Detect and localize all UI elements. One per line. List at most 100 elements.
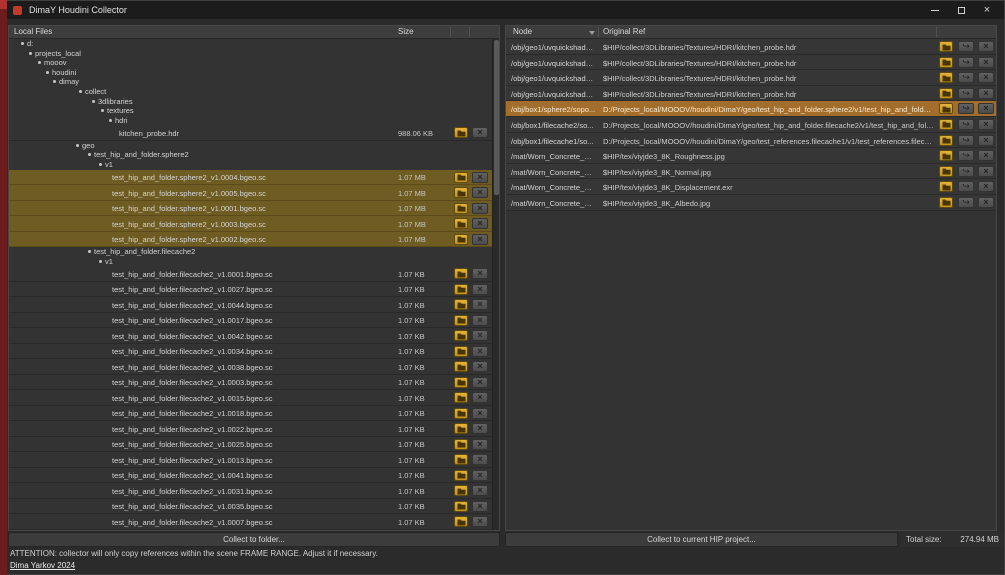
remove-reference-button[interactable]: × bbox=[978, 196, 994, 208]
reference-row[interactable]: /obj/box1/sphere2/sopo... D:/Projects_loc… bbox=[506, 101, 996, 117]
tree-folder-row[interactable]: dimay bbox=[9, 77, 492, 87]
tree-file-row[interactable]: test_hip_and_folder.filecache2_v1.0015.b… bbox=[9, 390, 492, 406]
tree-file-row[interactable]: test_hip_and_folder.filecache2_v1.0034.b… bbox=[9, 344, 492, 360]
column-header-node[interactable]: Node bbox=[513, 26, 532, 38]
reference-row[interactable]: /mat/Worn_Concrete_Fl... $HIP/tex/viyjde3… bbox=[506, 194, 996, 211]
open-folder-button[interactable] bbox=[939, 118, 953, 130]
remove-reference-button[interactable]: × bbox=[978, 134, 994, 146]
open-folder-button[interactable] bbox=[454, 392, 468, 404]
reference-row[interactable]: /obj/geo1/uvquickshade... $HIP/collect/3D… bbox=[506, 39, 996, 55]
tree-file-row[interactable]: test_hip_and_folder.filecache2_v1.0038.b… bbox=[9, 359, 492, 375]
collect-to-folder-button[interactable]: Collect to folder... bbox=[8, 532, 500, 547]
open-folder-button[interactable] bbox=[939, 56, 953, 68]
remove-file-button[interactable]: × bbox=[472, 233, 488, 245]
open-folder-button[interactable] bbox=[454, 202, 468, 214]
tree-folder-row[interactable]: mooov bbox=[9, 58, 492, 68]
remove-file-button[interactable]: × bbox=[472, 299, 488, 311]
open-folder-button[interactable] bbox=[454, 283, 468, 295]
scrollbar-thumb[interactable] bbox=[494, 40, 499, 195]
open-folder-button[interactable] bbox=[939, 134, 953, 146]
open-folder-button[interactable] bbox=[454, 314, 468, 326]
relink-reference-button[interactable]: ↪ bbox=[958, 134, 974, 146]
close-button[interactable]: × bbox=[974, 1, 1000, 19]
open-folder-button[interactable] bbox=[454, 187, 468, 199]
tree-file-row[interactable]: test_hip_and_folder.sphere2_v1.0001.bgeo… bbox=[9, 200, 492, 217]
remove-reference-button[interactable]: × bbox=[978, 87, 994, 99]
remove-reference-button[interactable]: × bbox=[978, 41, 994, 52]
open-folder-button[interactable] bbox=[454, 469, 468, 481]
reference-row[interactable]: /mat/Worn_Concrete_Fl... $HIP/tex/viyjde3… bbox=[506, 179, 996, 195]
remove-file-button[interactable]: × bbox=[472, 127, 488, 139]
tree-folder-row[interactable]: 3dlibraries bbox=[9, 97, 492, 107]
column-header-original-ref[interactable]: Original Ref bbox=[603, 26, 645, 38]
remove-file-button[interactable]: × bbox=[472, 345, 488, 357]
remove-file-button[interactable]: × bbox=[472, 438, 488, 450]
author-link[interactable]: Dima Yarkov 2024 bbox=[10, 561, 75, 570]
open-folder-button[interactable] bbox=[939, 72, 953, 84]
tree-file-row[interactable]: test_hip_and_folder.filecache2_v1.0007.b… bbox=[9, 514, 492, 530]
reference-row[interactable]: /obj/geo1/uvquickshade... $HIP/collect/3D… bbox=[506, 70, 996, 86]
open-folder-button[interactable] bbox=[939, 150, 953, 162]
open-folder-button[interactable] bbox=[454, 485, 468, 497]
tree-file-row[interactable]: test_hip_and_folder.filecache2_v1.0003.b… bbox=[9, 375, 492, 391]
open-folder-button[interactable] bbox=[454, 218, 468, 230]
remove-file-button[interactable]: × bbox=[472, 423, 488, 435]
tree-file-row[interactable]: test_hip_and_folder.filecache2_v1.0017.b… bbox=[9, 313, 492, 329]
column-header-local-files[interactable]: Local Files bbox=[14, 26, 52, 38]
remove-file-button[interactable]: × bbox=[472, 330, 488, 342]
tree-file-row[interactable]: test_hip_and_folder.filecache2_v1.0042.b… bbox=[9, 328, 492, 344]
tree-folder-row[interactable]: hdri bbox=[9, 116, 492, 126]
remove-reference-button[interactable]: × bbox=[978, 165, 994, 177]
tree-folder-row[interactable]: v1 bbox=[9, 257, 492, 267]
tree-file-row[interactable]: test_hip_and_folder.filecache2_v1.0013.b… bbox=[9, 452, 492, 468]
open-folder-button[interactable] bbox=[939, 87, 953, 99]
tree-file-row[interactable]: kitchen_probe.hdr 988.06 KB × bbox=[9, 125, 492, 141]
tree-file-row[interactable]: test_hip_and_folder.filecache2_v1.0041.b… bbox=[9, 468, 492, 484]
relink-reference-button[interactable]: ↪ bbox=[958, 150, 974, 162]
relink-reference-button[interactable]: ↪ bbox=[958, 181, 974, 193]
reference-row[interactable]: /obj/box1/filecache1/so... D:/Projects_lo… bbox=[506, 132, 996, 149]
open-folder-button[interactable] bbox=[454, 407, 468, 419]
remove-file-button[interactable]: × bbox=[472, 500, 488, 512]
tree-folder-row[interactable]: d: bbox=[9, 39, 492, 49]
tree-file-row[interactable]: test_hip_and_folder.sphere2_v1.0005.bgeo… bbox=[9, 185, 492, 201]
open-folder-button[interactable] bbox=[454, 299, 468, 311]
tree-file-row[interactable]: test_hip_and_folder.sphere2_v1.0002.bgeo… bbox=[9, 231, 492, 248]
open-folder-button[interactable] bbox=[454, 500, 468, 512]
tree-file-row[interactable]: test_hip_and_folder.filecache2_v1.0044.b… bbox=[9, 297, 492, 313]
relink-reference-button[interactable]: ↪ bbox=[958, 72, 974, 84]
remove-reference-button[interactable]: × bbox=[978, 56, 994, 68]
tree-file-row[interactable]: test_hip_and_folder.filecache2_v1.0035.b… bbox=[9, 499, 492, 515]
remove-reference-button[interactable]: × bbox=[978, 118, 994, 130]
maximize-button[interactable] bbox=[948, 1, 974, 19]
open-folder-button[interactable] bbox=[454, 423, 468, 435]
open-folder-button[interactable] bbox=[454, 376, 468, 388]
left-panel-scrollbar[interactable] bbox=[492, 39, 499, 530]
tree-folder-row[interactable]: projects_local bbox=[9, 49, 492, 59]
tree-folder-row[interactable]: collect bbox=[9, 87, 492, 97]
open-folder-button[interactable] bbox=[939, 41, 953, 52]
remove-file-button[interactable]: × bbox=[472, 469, 488, 481]
column-header-size[interactable]: Size bbox=[398, 26, 414, 38]
remove-file-button[interactable]: × bbox=[472, 376, 488, 388]
reference-row[interactable]: /obj/box1/filecache2/so... D:/Projects_lo… bbox=[506, 116, 996, 133]
relink-reference-button[interactable]: ↪ bbox=[958, 165, 974, 177]
relink-reference-button[interactable]: ↪ bbox=[958, 103, 974, 115]
remove-file-button[interactable]: × bbox=[472, 485, 488, 497]
tree-folder-row[interactable]: test_hip_and_folder.sphere2 bbox=[9, 150, 492, 160]
open-folder-button[interactable] bbox=[939, 103, 953, 115]
open-folder-button[interactable] bbox=[939, 181, 953, 193]
open-folder-button[interactable] bbox=[454, 516, 468, 528]
tree-folder-row[interactable]: textures bbox=[9, 106, 492, 116]
tree-file-row[interactable]: test_hip_and_folder.sphere2_v1.0003.bgeo… bbox=[9, 216, 492, 232]
open-folder-button[interactable] bbox=[454, 454, 468, 466]
reference-row[interactable]: /mat/Worn_Concrete_Fl... $HIP/tex/viyjde3… bbox=[506, 148, 996, 164]
open-folder-button[interactable] bbox=[454, 268, 468, 280]
relink-reference-button[interactable]: ↪ bbox=[958, 196, 974, 208]
remove-reference-button[interactable]: × bbox=[978, 181, 994, 193]
remove-file-button[interactable]: × bbox=[472, 268, 488, 280]
remove-file-button[interactable]: × bbox=[472, 516, 488, 528]
collect-to-hip-button[interactable]: Collect to current HIP project... bbox=[505, 532, 898, 547]
remove-file-button[interactable]: × bbox=[472, 187, 488, 199]
remove-file-button[interactable]: × bbox=[472, 361, 488, 373]
